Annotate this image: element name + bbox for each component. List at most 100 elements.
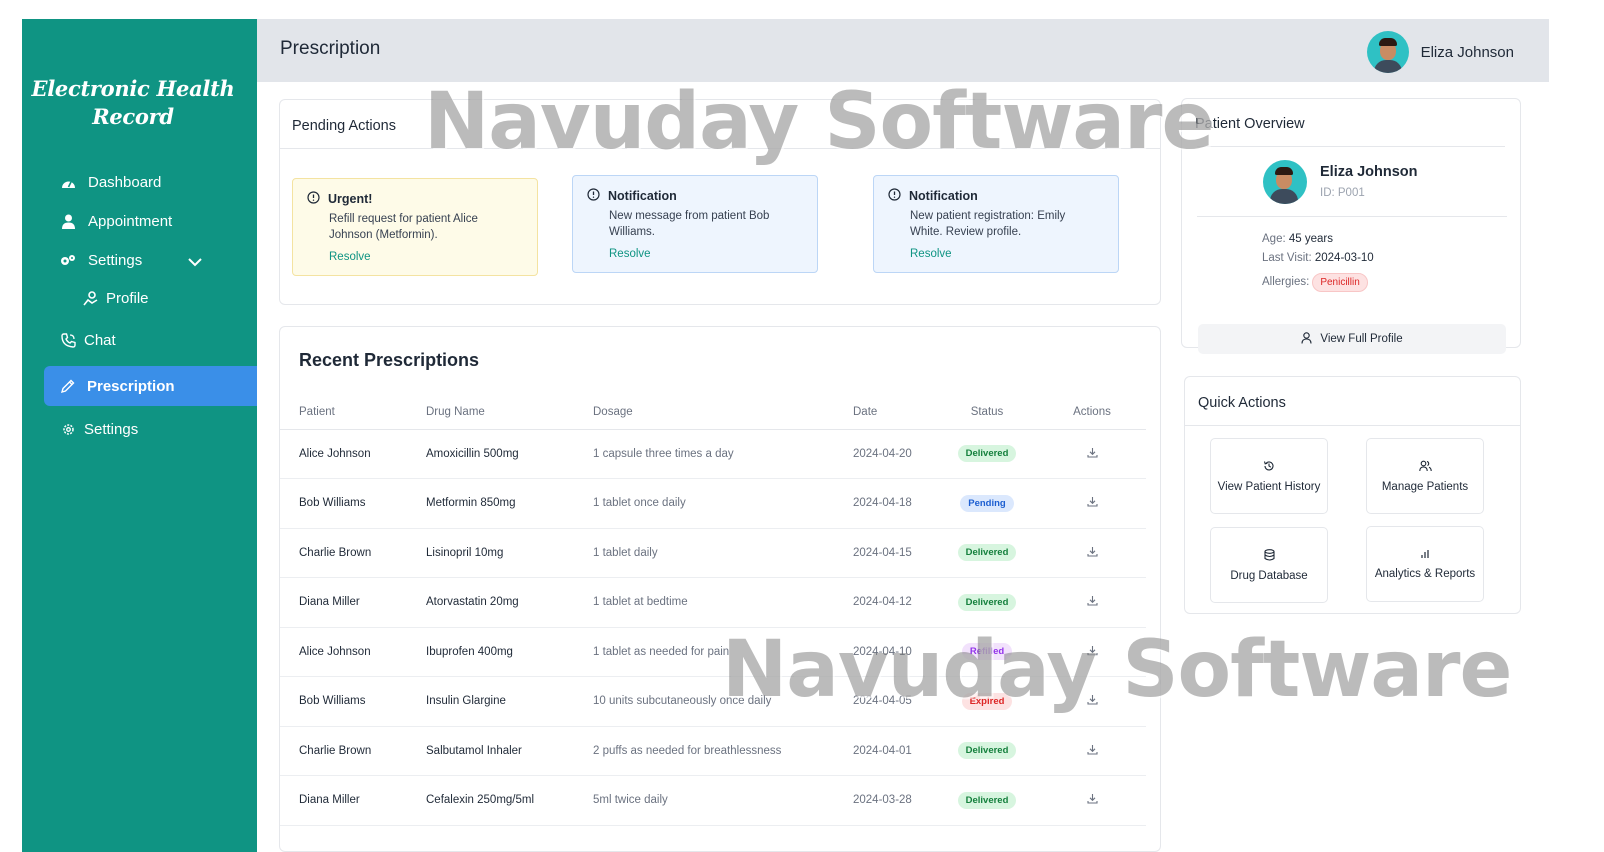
patient-age: Age: 45 years — [1262, 233, 1333, 245]
patient-id: ID: P001 — [1320, 187, 1365, 199]
column-header: Patient — [280, 396, 407, 430]
download-icon[interactable] — [1086, 447, 1098, 461]
column-header: Date — [834, 396, 936, 430]
alert-notification: Notification New patient registration: E… — [873, 175, 1119, 273]
chevron-down-icon[interactable] — [188, 254, 202, 272]
gear-icon — [60, 422, 76, 438]
divider — [1185, 425, 1520, 426]
cell-dosage: 1 capsule three times a day — [574, 429, 834, 479]
sidebar-item-label: Settings — [88, 252, 143, 269]
cell-actions — [1038, 676, 1146, 727]
sidebar-item-label: Chat — [84, 332, 116, 349]
patient-name: Eliza Johnson — [1320, 164, 1418, 180]
user-menu[interactable]: Eliza Johnson — [1366, 31, 1514, 73]
cell-dosage: 1 tablet at bedtime — [574, 577, 834, 628]
cell-status: Pending — [936, 478, 1038, 529]
cell-status: Expired — [936, 676, 1038, 727]
cell-actions — [1038, 577, 1146, 628]
sidebar-item-label: Prescription — [87, 377, 175, 395]
table-row: Bob Williams Metformin 850mg 1 tablet once… — [280, 478, 1146, 529]
alert-body: Refill request for patient Alice Johnson… — [329, 213, 478, 241]
prescriptions-table: Patient Drug Name Dosage Date Status Act… — [280, 396, 1146, 826]
table-row: Charlie Brown Salbutamol Inhaler 2 puffs a… — [280, 726, 1146, 776]
cell-date: 2024-04-05 — [834, 676, 936, 727]
sidebar: Electronic Health Record Dashboard Appoi… — [22, 19, 257, 852]
pending-actions-title: Pending Actions — [292, 118, 396, 134]
app-logo: Electronic Health Record — [31, 76, 235, 129]
phone-icon — [60, 333, 76, 349]
alert-body: New patient registration: Emily White. R… — [910, 210, 1066, 238]
user-outline-icon — [1301, 331, 1312, 347]
cell-drug: Insulin Glargine — [407, 676, 574, 727]
sidebar-item-dashboard[interactable]: Dashboard — [60, 174, 161, 191]
view-patient-history-button[interactable]: View Patient History — [1210, 438, 1328, 514]
download-icon[interactable] — [1086, 645, 1098, 659]
column-header: Status — [936, 396, 1038, 430]
recent-prescriptions-title: Recent Prescriptions — [299, 350, 480, 370]
download-icon[interactable] — [1086, 595, 1098, 609]
drug-database-button[interactable]: Drug Database — [1210, 527, 1328, 603]
column-header: Dosage — [574, 396, 834, 430]
cell-patient: Alice Johnson — [280, 627, 407, 677]
download-icon[interactable] — [1086, 694, 1098, 708]
cell-date: 2024-04-12 — [834, 577, 936, 628]
cell-actions — [1038, 775, 1146, 826]
sidebar-item-settings-group[interactable]: Settings — [60, 252, 142, 269]
divider — [1197, 216, 1507, 217]
download-icon[interactable] — [1086, 496, 1098, 510]
divider — [1197, 146, 1505, 147]
cell-status: Delivered — [936, 775, 1038, 826]
patient-last-visit: Last Visit: 2024-03-10 — [1262, 252, 1374, 264]
cell-drug: Amoxicillin 500mg — [407, 429, 574, 479]
table-row: Alice Johnson Ibuprofen 400mg 1 tablet as … — [280, 627, 1146, 677]
dashboard-icon — [60, 175, 76, 191]
sidebar-item-label: Settings — [84, 421, 139, 438]
cell-drug: Cefalexin 250mg/5ml — [407, 775, 574, 826]
cell-date: 2024-04-18 — [834, 478, 936, 529]
download-icon[interactable] — [1086, 793, 1098, 807]
page-title: Prescription — [280, 38, 381, 59]
table-row: Diana Miller Atorvastatin 20mg 1 tablet at… — [280, 577, 1146, 628]
cell-date: 2024-04-15 — [834, 528, 936, 578]
sidebar-item-prescription[interactable]: Prescription — [44, 366, 257, 406]
cell-drug: Metformin 850mg — [407, 478, 574, 529]
status-badge: Expired — [961, 692, 1013, 710]
patient-overview-title: Patient Overview — [1195, 116, 1305, 132]
cell-patient: Diana Miller — [280, 577, 407, 628]
cell-patient: Diana Miller — [280, 775, 407, 826]
view-full-profile-button[interactable]: View Full Profile — [1198, 324, 1506, 354]
status-badge: Delivered — [957, 445, 1017, 463]
patient-allergies: Allergies: Penicillin — [1262, 273, 1368, 292]
alert-urgent: Urgent! Refill request for patient Alice… — [292, 178, 538, 276]
resolve-link[interactable]: Resolve — [329, 251, 523, 263]
manage-patients-button[interactable]: Manage Patients — [1366, 438, 1484, 514]
cell-patient: Charlie Brown — [280, 726, 407, 776]
avatar — [1263, 160, 1307, 204]
patient-overview-card — [1181, 98, 1521, 348]
database-icon — [1263, 548, 1275, 564]
table-header-row: Patient Drug Name Dosage Date Status Act… — [280, 396, 1146, 430]
download-icon[interactable] — [1086, 546, 1098, 560]
sidebar-item-chat[interactable]: Chat — [60, 332, 116, 349]
cell-patient: Bob Williams — [280, 478, 407, 529]
top-header: Prescription Eliza Johnson — [257, 19, 1549, 82]
pen-icon — [59, 378, 75, 394]
cell-date: 2024-04-01 — [834, 726, 936, 776]
resolve-link[interactable]: Resolve — [910, 248, 1104, 260]
status-badge: Refilled — [961, 643, 1013, 661]
cell-drug: Salbutamol Inhaler — [407, 726, 574, 776]
table-row: Alice Johnson Amoxicillin 500mg 1 capsule … — [280, 429, 1146, 479]
cell-dosage: 1 tablet as needed for pain — [574, 627, 834, 677]
alert-title: Notification — [909, 189, 978, 203]
info-icon — [888, 188, 901, 204]
sidebar-item-profile[interactable]: Profile — [82, 290, 149, 307]
sidebar-item-settings[interactable]: Settings — [60, 421, 138, 438]
resolve-link[interactable]: Resolve — [609, 248, 803, 260]
sidebar-item-appointment[interactable]: Appointment — [60, 213, 172, 230]
table-row: Diana Miller Cefalexin 250mg/5ml 5ml twice… — [280, 775, 1146, 826]
cell-status: Delivered — [936, 726, 1038, 776]
column-header: Drug Name — [407, 396, 574, 430]
download-icon[interactable] — [1086, 744, 1098, 758]
analytics-reports-button[interactable]: Analytics & Reports — [1366, 526, 1484, 602]
cell-date: 2024-03-28 — [834, 775, 936, 826]
